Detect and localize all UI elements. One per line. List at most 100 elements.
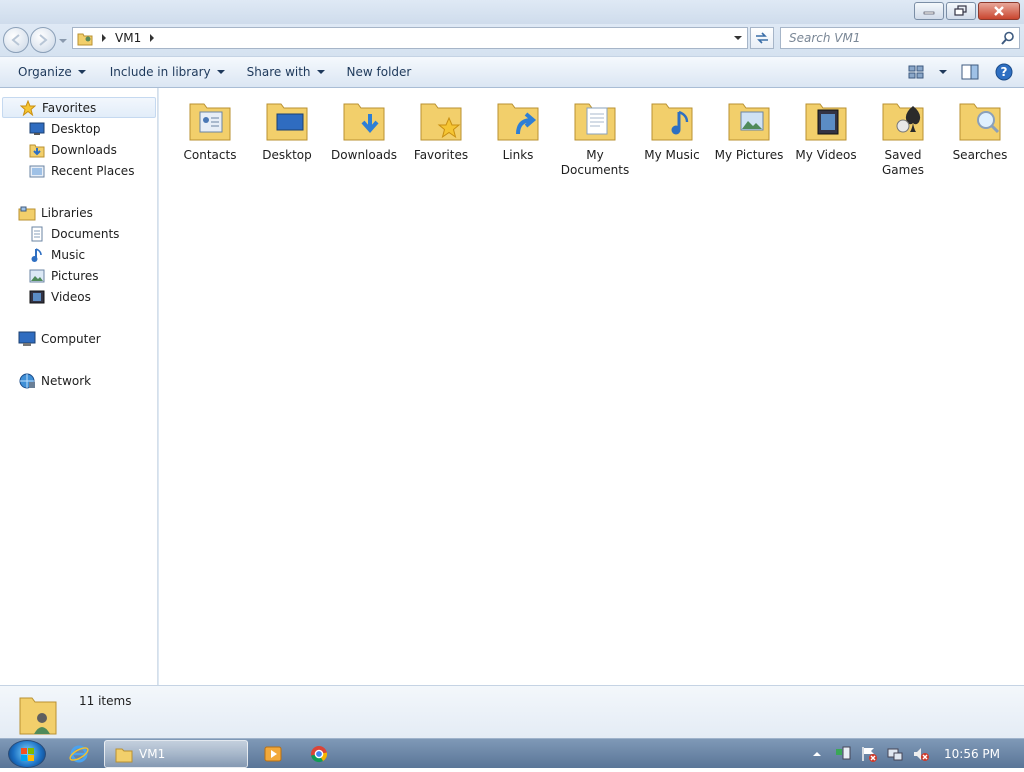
- folder-label: Desktop: [262, 148, 312, 162]
- sidebar-item-label: Desktop: [51, 121, 101, 136]
- clock[interactable]: 10:56 PM: [944, 747, 1000, 761]
- sidebar-item-documents[interactable]: Documents: [28, 223, 119, 244]
- folder-tile-downloads[interactable]: Downloads: [326, 96, 402, 163]
- file-list[interactable]: Contacts Desktop Downloads Favorites Lin…: [159, 88, 1024, 685]
- folder-tile-desktop[interactable]: Desktop: [249, 96, 325, 163]
- search-input[interactable]: Search VM1: [780, 27, 1020, 49]
- folder-tile-my-videos[interactable]: My Videos: [788, 96, 864, 163]
- back-button[interactable]: [3, 27, 29, 53]
- chevron-down-icon: [316, 70, 325, 74]
- volume-muted-icon[interactable]: [911, 744, 931, 764]
- close-icon: [994, 6, 1004, 16]
- sidebar-item-pictures[interactable]: Pictures: [28, 265, 99, 286]
- close-button[interactable]: [978, 2, 1020, 20]
- breadcrumb-separator-icon[interactable]: [97, 28, 111, 48]
- command-bar: Organize Include in library Share with N…: [0, 56, 1024, 88]
- start-button[interactable]: [8, 740, 46, 768]
- include-in-library-button[interactable]: Include in library: [100, 60, 235, 84]
- folder-tile-my-music[interactable]: My Music: [634, 96, 710, 163]
- folder-label: My Pictures: [714, 148, 784, 162]
- address-row: VM1 Search VM1: [0, 24, 1024, 56]
- folder-tile-contacts[interactable]: Contacts: [172, 96, 248, 163]
- downloads-folder-icon: [340, 96, 388, 144]
- svg-text:?: ?: [1001, 65, 1008, 79]
- restore-button[interactable]: [946, 2, 976, 20]
- view-options-dropdown[interactable]: [938, 61, 948, 83]
- change-view-button[interactable]: [904, 61, 928, 83]
- contacts-folder-icon: [186, 96, 234, 144]
- flag-warning-icon[interactable]: [859, 744, 879, 764]
- star-icon: [19, 99, 37, 116]
- network-status-icon[interactable]: [885, 744, 905, 764]
- chevron-down-icon: [77, 70, 86, 74]
- folder-label: Favorites: [413, 148, 469, 162]
- documents-icon: [28, 226, 46, 242]
- music-icon: [28, 247, 46, 263]
- folder-tile-favorites[interactable]: Favorites: [403, 96, 479, 163]
- sidebar-item-recent-places[interactable]: Recent Places: [28, 160, 134, 181]
- forward-button[interactable]: [30, 27, 56, 53]
- sidebar-item-computer[interactable]: Computer: [18, 328, 101, 349]
- address-history-dropdown-icon[interactable]: [733, 34, 743, 42]
- show-hidden-icons-button[interactable]: [807, 744, 827, 764]
- minimize-button[interactable]: [914, 2, 944, 20]
- desktop-folder-icon: [263, 96, 311, 144]
- user-folder-icon: [73, 28, 97, 48]
- restore-icon: [954, 5, 967, 16]
- folder-tile-my-documents[interactable]: My Documents: [557, 96, 633, 178]
- sidebar-item-label: Computer: [41, 331, 101, 346]
- folder-tile-saved-games[interactable]: Saved Games: [865, 96, 941, 178]
- recent-pages-dropdown-icon[interactable]: [58, 36, 68, 46]
- folder-label: Searches: [952, 148, 1008, 162]
- libraries-icon: [18, 205, 36, 221]
- folder-label: Links: [502, 148, 534, 162]
- new-folder-button[interactable]: New folder: [337, 60, 422, 84]
- searches-folder-icon: [956, 96, 1004, 144]
- taskbar-internet-explorer[interactable]: [64, 740, 94, 768]
- refresh-button[interactable]: [750, 27, 774, 49]
- breadcrumb-vm1[interactable]: VM1: [111, 28, 145, 48]
- search-icon[interactable]: [1001, 31, 1015, 45]
- folder-label: Saved Games: [882, 148, 924, 177]
- pictures-icon: [28, 268, 46, 284]
- folder-tile-links[interactable]: Links: [480, 96, 556, 163]
- organize-button[interactable]: Organize: [8, 60, 96, 84]
- folder-tile-my-pictures[interactable]: My Pictures: [711, 96, 787, 163]
- search-placeholder: Search VM1: [789, 31, 861, 45]
- saved-games-folder-icon: [879, 96, 927, 144]
- sidebar-item-videos[interactable]: Videos: [28, 286, 91, 307]
- folder-label: My Videos: [795, 148, 857, 162]
- include-in-library-label: Include in library: [109, 65, 211, 79]
- sidebar-item-music[interactable]: Music: [28, 244, 85, 265]
- taskbar: VM1 10:56 PM: [0, 738, 1024, 768]
- taskbar-chrome[interactable]: [304, 740, 334, 768]
- refresh-icon: [756, 32, 768, 44]
- sidebar-item-desktop[interactable]: Desktop: [28, 118, 101, 139]
- folder-tile-searches[interactable]: Searches: [942, 96, 1018, 163]
- breadcrumb-separator-icon[interactable]: [145, 28, 159, 48]
- sidebar-item-network[interactable]: Network: [18, 370, 91, 391]
- sidebar-item-downloads[interactable]: Downloads: [28, 139, 117, 160]
- new-folder-label: New folder: [346, 65, 412, 79]
- help-button[interactable]: ?: [992, 61, 1016, 83]
- address-bar[interactable]: VM1: [72, 27, 748, 49]
- navigation-pane: Favorites Desktop Downloads Recent Place…: [0, 88, 158, 685]
- view-controls: ?: [904, 61, 1016, 83]
- sidebar-item-libraries[interactable]: Libraries: [18, 202, 93, 223]
- title-bar[interactable]: [0, 0, 1024, 24]
- favorites-folder-icon: [417, 96, 465, 144]
- chevron-down-icon: [216, 70, 225, 74]
- chevron-up-icon: [813, 752, 821, 756]
- internet-explorer-icon: [69, 745, 89, 763]
- desktop-icon: [28, 121, 46, 137]
- action-center-icon[interactable]: [833, 744, 853, 764]
- media-player-icon: [264, 746, 282, 762]
- share-with-button[interactable]: Share with: [237, 60, 335, 84]
- taskbar-explorer-window[interactable]: VM1: [104, 740, 248, 768]
- preview-pane-icon: [961, 64, 979, 80]
- explorer-window: VM1 Search VM1 Organize Include in libra…: [0, 0, 1024, 738]
- sidebar-item-favorites[interactable]: Favorites: [2, 97, 156, 118]
- preview-pane-button[interactable]: [958, 61, 982, 83]
- taskbar-media-player[interactable]: [258, 740, 288, 768]
- links-folder-icon: [494, 96, 542, 144]
